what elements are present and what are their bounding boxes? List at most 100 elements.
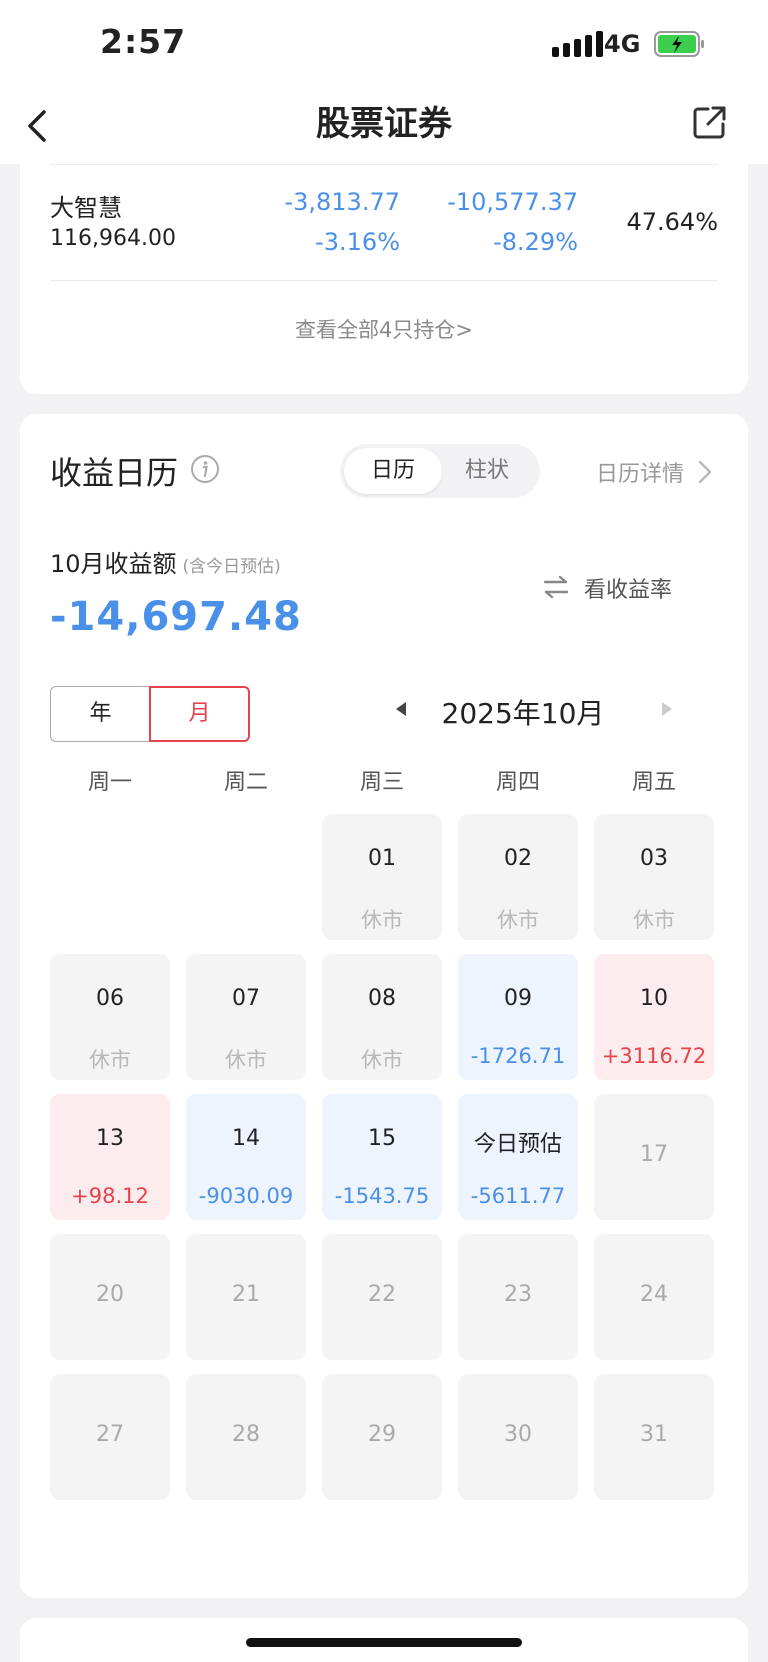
calendar-day-cell[interactable]: 31 — [594, 1374, 714, 1500]
info-icon[interactable] — [190, 454, 220, 484]
calendar-day-cell[interactable]: 29 — [322, 1374, 442, 1500]
tab-bar-chart[interactable]: 柱状 — [438, 448, 536, 494]
calendar-day-value: 休市 — [633, 908, 675, 932]
earnings-calendar-card: 收益日历 日历 柱状 日历详情 10月收益额 (含今日预估) -14,697.48… — [20, 414, 748, 1598]
calendar-day-cell[interactable]: 01 休市 — [322, 814, 442, 940]
calendar-day-cell[interactable]: 今日预估 -5611.77 — [458, 1094, 578, 1220]
calendar-day-label: 27 — [96, 1422, 124, 1447]
month-earnings-title: 10月收益额 — [50, 550, 177, 578]
page-title: 股票证券 — [316, 104, 452, 144]
calendar-day-cell[interactable]: 17 — [594, 1094, 714, 1220]
calendar-day-value: -1726.71 — [470, 1044, 566, 1068]
calendar-day-cell[interactable]: 30 — [458, 1374, 578, 1500]
calendar-day-label: 06 — [96, 986, 124, 1011]
calendar-title: 收益日历 — [50, 454, 179, 492]
calendar-day-cell[interactable]: 08 休市 — [322, 954, 442, 1080]
year-month-toggle: 年 月 — [50, 686, 250, 742]
triangle-left-icon[interactable] — [394, 700, 408, 718]
calendar-day-value: -1543.75 — [334, 1184, 430, 1208]
holdings-card: 大智慧 116,964.00 -3,813.77 -3.16% -10,577.… — [20, 164, 748, 394]
calendar-day-cell[interactable]: 24 — [594, 1234, 714, 1360]
calendar-day-label: 08 — [368, 986, 396, 1011]
calendar-day-label: 14 — [232, 1126, 260, 1151]
calendar-day-value: +3116.72 — [601, 1044, 707, 1068]
holding-day-change-pct: -3.16% — [315, 228, 400, 256]
view-all-holdings-link[interactable]: 查看全部4只持仓> — [20, 314, 748, 344]
calendar-day-value: 休市 — [89, 1048, 131, 1072]
calendar-day-label: 10 — [640, 986, 668, 1011]
calendar-day-value: 休市 — [225, 1048, 267, 1072]
calendar-day-cell[interactable]: 09 -1726.71 — [458, 954, 578, 1080]
calendar-day-label: 07 — [232, 986, 260, 1011]
calendar-day-label: 20 — [96, 1282, 124, 1307]
triangle-right-icon[interactable] — [660, 700, 674, 718]
year-button[interactable]: 年 — [50, 686, 150, 742]
holding-position-ratio: 47.64% — [626, 208, 718, 236]
calendar-day-value: -5611.77 — [470, 1184, 566, 1208]
view-toggle: 日历 柱状 — [340, 444, 540, 498]
nav-bar: 股票证券 — [0, 90, 768, 164]
calendar-day-label: 02 — [504, 846, 532, 871]
status-bar: 2:57 4G — [0, 0, 768, 90]
swap-icon[interactable] — [542, 574, 570, 600]
calendar-day-cell[interactable]: 22 — [322, 1234, 442, 1360]
calendar-day-label: 21 — [232, 1282, 260, 1307]
calendar-day-cell[interactable]: 23 — [458, 1234, 578, 1360]
calendar-day-cell[interactable]: 15 -1543.75 — [322, 1094, 442, 1220]
calendar-day-cell[interactable]: 10 +3116.72 — [594, 954, 714, 1080]
status-time: 2:57 — [100, 22, 187, 61]
calendar-detail-link[interactable]: 日历详情 — [596, 456, 684, 488]
calendar-day-label: 17 — [640, 1142, 668, 1167]
calendar-day-label: 03 — [640, 846, 668, 871]
weekday-header: 周一 周二 周三 周四 周五 — [50, 744, 714, 808]
current-month-label: 2025年10月 — [441, 697, 605, 730]
divider — [50, 164, 718, 165]
calendar-day-cell[interactable]: 20 — [50, 1234, 170, 1360]
calendar-day-label: 01 — [368, 846, 396, 871]
calendar-day-label: 15 — [368, 1126, 396, 1151]
calendar-day-cell[interactable]: 02 休市 — [458, 814, 578, 940]
calendar-day-value: +98.12 — [71, 1184, 149, 1208]
calendar-day-label: 29 — [368, 1422, 396, 1447]
weekday-label: 周五 — [631, 770, 676, 795]
month-earnings-note: (含今日预估) — [182, 557, 281, 577]
holding-day-change: -3,813.77 — [284, 188, 400, 216]
month-button[interactable]: 月 — [149, 686, 250, 742]
calendar-day-value: 休市 — [361, 1048, 403, 1072]
network-type: 4G — [604, 30, 641, 58]
calendar-day-label: 31 — [640, 1422, 668, 1447]
calendar-day-label: 今日预估 — [473, 1132, 562, 1157]
weekday-label: 周一 — [87, 770, 132, 795]
calendar-day-value: 休市 — [361, 908, 403, 932]
weekday-label: 周三 — [359, 770, 404, 795]
home-indicator — [246, 1638, 522, 1647]
calendar-day-label: 09 — [504, 986, 532, 1011]
calendar-day-value: 休市 — [497, 908, 539, 932]
tab-calendar[interactable]: 日历 — [344, 448, 442, 494]
calendar-day-cell[interactable]: 06 休市 — [50, 954, 170, 1080]
chevron-right-icon[interactable] — [696, 458, 714, 486]
battery-icon — [654, 31, 704, 57]
calendar-day-label: 22 — [368, 1282, 396, 1307]
calendar-day-cell[interactable]: 27 — [50, 1374, 170, 1500]
calendar-day-label: 13 — [96, 1126, 124, 1151]
weekday-label: 周四 — [495, 770, 540, 795]
calendar-day-label: 30 — [504, 1422, 532, 1447]
share-icon[interactable] — [692, 104, 728, 140]
holding-total-change-pct: -8.29% — [493, 228, 578, 256]
calendar-day-cell[interactable]: 13 +98.12 — [50, 1094, 170, 1220]
calendar-day-cell[interactable]: 21 — [186, 1234, 306, 1360]
calendar-day-cell[interactable]: 28 — [186, 1374, 306, 1500]
calendar-day-label: 24 — [640, 1282, 668, 1307]
calendar-day-cell[interactable]: 14 -9030.09 — [186, 1094, 306, 1220]
signal-icon — [552, 31, 603, 57]
month-earnings-amount: -14,697.48 — [50, 594, 302, 640]
holding-value: 116,964.00 — [50, 226, 176, 251]
calendar-day-cell[interactable]: 07 休市 — [186, 954, 306, 1080]
month-earnings-label: 10月收益额 (含今日预估) — [50, 544, 281, 579]
holding-name[interactable]: 大智慧 — [50, 188, 122, 223]
calendar-day-cell[interactable]: 03 休市 — [594, 814, 714, 940]
weekday-label: 周二 — [223, 770, 268, 795]
calendar-day-label: 28 — [232, 1422, 260, 1447]
view-yield-rate-button[interactable]: 看收益率 — [584, 572, 672, 604]
